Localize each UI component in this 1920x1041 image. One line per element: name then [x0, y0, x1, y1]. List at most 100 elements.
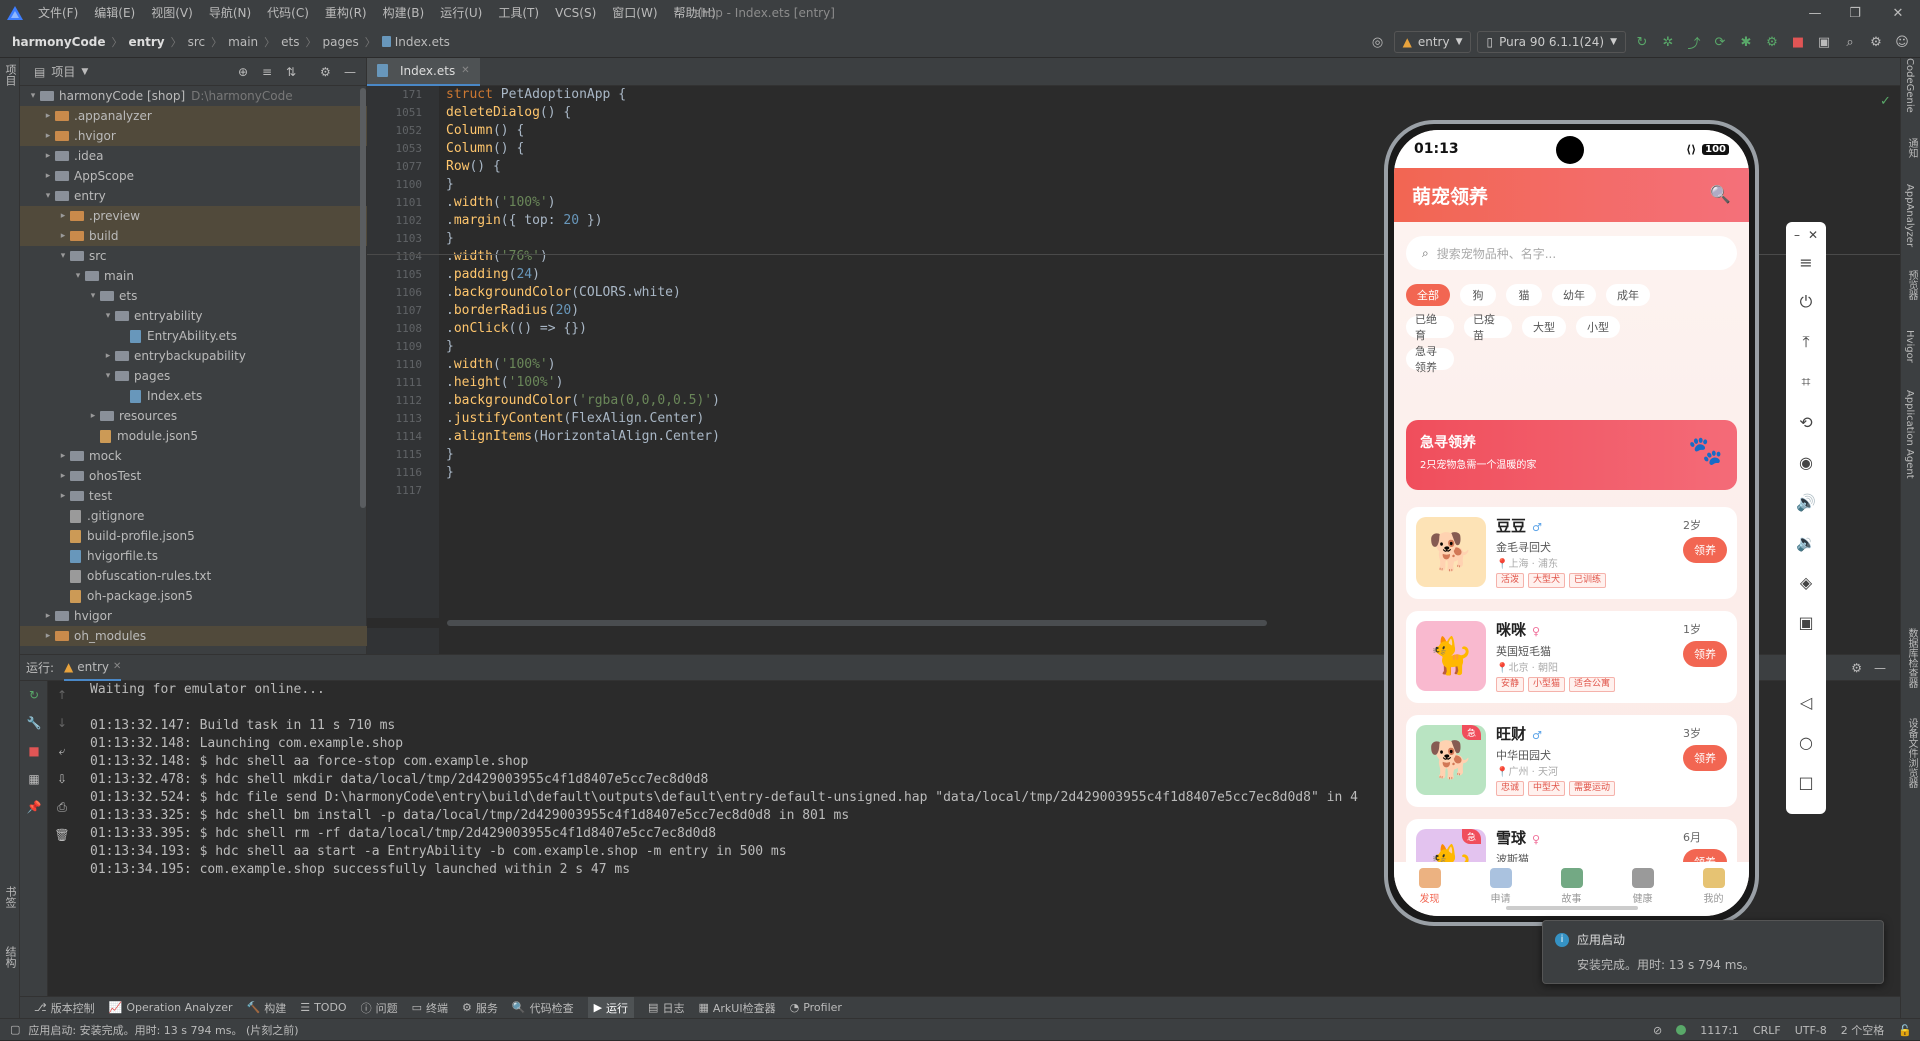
tree-item[interactable]: ▸ .appanalyzer	[20, 106, 367, 126]
menu-item[interactable]: 重构(R)	[317, 0, 375, 26]
menu-item[interactable]: 导航(N)	[201, 0, 259, 26]
bottom-tool-tab[interactable]: ▦ ArkUI检查器	[698, 1000, 775, 1016]
pet-card[interactable]: 🐕 急旺财 ♂ 中华田园犬 📍广州 · 天河 忠诚 中型犬 需要运动 3岁 领养	[1406, 715, 1737, 807]
volume-down-icon[interactable]: 🔉	[1786, 522, 1826, 562]
tree-scrollbar[interactable]	[360, 88, 366, 508]
breadcrumb-item[interactable]: harmonyCode	[12, 35, 105, 49]
chevron-icon[interactable]: ▸	[41, 611, 55, 621]
chevron-icon[interactable]: ▸	[101, 351, 115, 361]
code-line[interactable]: . alignItems (HorizontalAlign.Center)	[446, 428, 720, 446]
tree-item[interactable]: hvigorfile.ts	[20, 546, 367, 566]
bottom-tool-tab[interactable]: ⓘ 问题	[361, 1000, 398, 1016]
pet-card[interactable]: 🐈 咪咪 ♀ 英国短毛猫 📍北京 · 朝阳 安静 小型猫 适合公寓 1岁 领养	[1406, 611, 1737, 703]
filter-chip[interactable]: 全部	[1406, 284, 1450, 306]
chevron-icon[interactable]: ▸	[41, 151, 55, 161]
tree-item[interactable]: ▾ entry	[20, 186, 367, 206]
back-icon[interactable]: ◁	[1786, 682, 1826, 722]
rerun-icon[interactable]: ↻	[1632, 32, 1652, 52]
tree-item[interactable]: ▾ pages	[20, 366, 367, 386]
layout-icon[interactable]: ▦	[20, 765, 48, 793]
code-line[interactable]: . backgroundColor (COLORS.white)	[446, 284, 681, 302]
filter-chip[interactable]: 已绝育	[1406, 313, 1454, 342]
bottom-tool-tab[interactable]: 🔍 代码检查	[512, 1000, 574, 1016]
volume-up-icon[interactable]: 🔊	[1786, 482, 1826, 522]
chevron-icon[interactable]: ▸	[56, 491, 70, 501]
code-line[interactable]: . backgroundColor('rgba(0,0,0,0.5)')	[446, 392, 720, 410]
horizontal-scrollbar[interactable]	[447, 620, 1267, 626]
chevron-icon[interactable]: ▾	[26, 91, 40, 101]
bottom-tool-tab[interactable]: 📈 Operation Analyzer	[109, 1001, 233, 1014]
power-icon[interactable]: ⏻	[1786, 282, 1826, 322]
chevron-icon[interactable]: ▾	[41, 191, 55, 201]
filter-chip[interactable]: 成年	[1606, 284, 1650, 306]
pet-search-input[interactable]: ⌕ 搜索宠物品种、名字...	[1406, 236, 1737, 270]
right-tool-tab[interactable]: Hvigor	[1904, 330, 1915, 363]
search-icon[interactable]: 🔍	[1710, 185, 1731, 205]
project-tool-tab[interactable]: 项目	[2, 64, 18, 86]
close-run-tab-icon[interactable]: ✕	[113, 661, 121, 672]
target-icon[interactable]: ◎	[1368, 32, 1388, 52]
bookmarks-tool-tab[interactable]: 书签	[2, 886, 18, 908]
app-tab-item[interactable]: 健康	[1631, 868, 1654, 905]
adopt-button[interactable]: 领养	[1683, 745, 1727, 771]
app-tab-item[interactable]: 我的	[1702, 868, 1725, 905]
tree-item[interactable]: ▾ ets	[20, 286, 367, 306]
minimize-emulator-icon[interactable]: –	[1794, 228, 1800, 242]
device-manager-icon[interactable]: ▣	[1814, 32, 1834, 52]
pet-card[interactable]: 🐕 豆豆 ♂ 金毛寻回犬 📍上海 · 浦东 活泼 大型犬 已训练 2岁 领养	[1406, 507, 1737, 599]
menu-icon[interactable]: ≡	[1786, 242, 1826, 282]
chevron-icon[interactable]: ▾	[56, 251, 70, 261]
expand-all-icon[interactable]: ⇅	[286, 65, 296, 79]
code-line[interactable]: . width('76%')	[446, 248, 548, 266]
menu-item[interactable]: 文件(F)	[30, 0, 86, 26]
fold-icon[interactable]: ▣	[1786, 602, 1826, 642]
chevron-icon[interactable]: ▸	[41, 111, 55, 121]
tree-item[interactable]: build-profile.json5	[20, 526, 367, 546]
tree-item[interactable]: module.json5	[20, 426, 367, 446]
menu-item[interactable]: 运行(U)	[432, 0, 490, 26]
adopt-button[interactable]: 领养	[1683, 641, 1727, 667]
menu-item[interactable]: 工具(T)	[490, 0, 547, 26]
close-emulator-icon[interactable]: ✕	[1808, 228, 1818, 242]
breadcrumb-item[interactable]: src	[188, 35, 206, 49]
project-view-label[interactable]: 项目	[51, 63, 75, 80]
bottom-tool-tab[interactable]: ▭ 终端	[412, 1000, 448, 1016]
debug-icon[interactable]: ✲	[1658, 32, 1678, 52]
app-tab-item[interactable]: 申请	[1489, 868, 1512, 905]
notification-toast[interactable]: i 应用启动 安装完成。用时: 13 s 794 ms。	[1542, 920, 1884, 984]
bottom-tool-tab[interactable]: ◔ Profiler	[790, 1001, 842, 1014]
bottom-tool-tab[interactable]: ☰ TODO	[300, 1001, 346, 1014]
bottom-tool-tab[interactable]: ⎇ 版本控制	[34, 1000, 95, 1016]
close-tab-icon[interactable]: ✕	[461, 65, 469, 76]
tree-item[interactable]: ▾ main	[20, 266, 367, 286]
menu-item[interactable]: 代码(C)	[259, 0, 317, 26]
tree-item[interactable]: ▸ oh_modules	[20, 626, 367, 646]
status-icon[interactable]: ▢	[10, 1023, 20, 1036]
filter-chip[interactable]: 狗	[1460, 284, 1496, 306]
code-line[interactable]: }	[446, 176, 454, 194]
hide-panel-icon[interactable]: —	[344, 65, 356, 79]
run-settings-icon[interactable]: ⚙	[1851, 661, 1862, 675]
tree-item[interactable]: Index.ets	[20, 386, 367, 406]
code-line[interactable]: . onClick(() => {})	[446, 320, 587, 338]
collapse-all-icon[interactable]: ≡	[262, 65, 272, 79]
filter-chip[interactable]: 急寻领养	[1406, 345, 1454, 374]
pin-icon[interactable]: 📌	[20, 793, 48, 821]
urgent-adoption-banner[interactable]: 急寻领养 2只宠物急需一个温暖的家 🐾	[1406, 420, 1737, 490]
coverage-icon[interactable]: ⚙	[1762, 32, 1782, 52]
chevron-icon[interactable]: ▸	[41, 131, 55, 141]
chevron-icon[interactable]: ▸	[56, 471, 70, 481]
structure-tool-tab[interactable]: 结构	[2, 946, 18, 968]
crop-icon[interactable]: ⌗	[1786, 362, 1826, 402]
tree-item[interactable]: ▸ resources	[20, 406, 367, 426]
chevron-icon[interactable]: ▸	[41, 631, 55, 641]
tree-item[interactable]: ▸ AppScope	[20, 166, 367, 186]
rerun-icon[interactable]: ↻	[20, 681, 48, 709]
home-icon[interactable]: ○	[1786, 722, 1826, 762]
chevron-icon[interactable]: ▸	[56, 231, 70, 241]
profile-icon[interactable]: ✱	[1736, 32, 1756, 52]
right-tool-tab[interactable]: 通知	[1904, 138, 1919, 158]
file-encoding[interactable]: UTF-8	[1795, 1024, 1827, 1037]
code-line[interactable]: . padding(24)	[446, 266, 540, 284]
refresh-icon[interactable]: ⟳	[1710, 32, 1730, 52]
